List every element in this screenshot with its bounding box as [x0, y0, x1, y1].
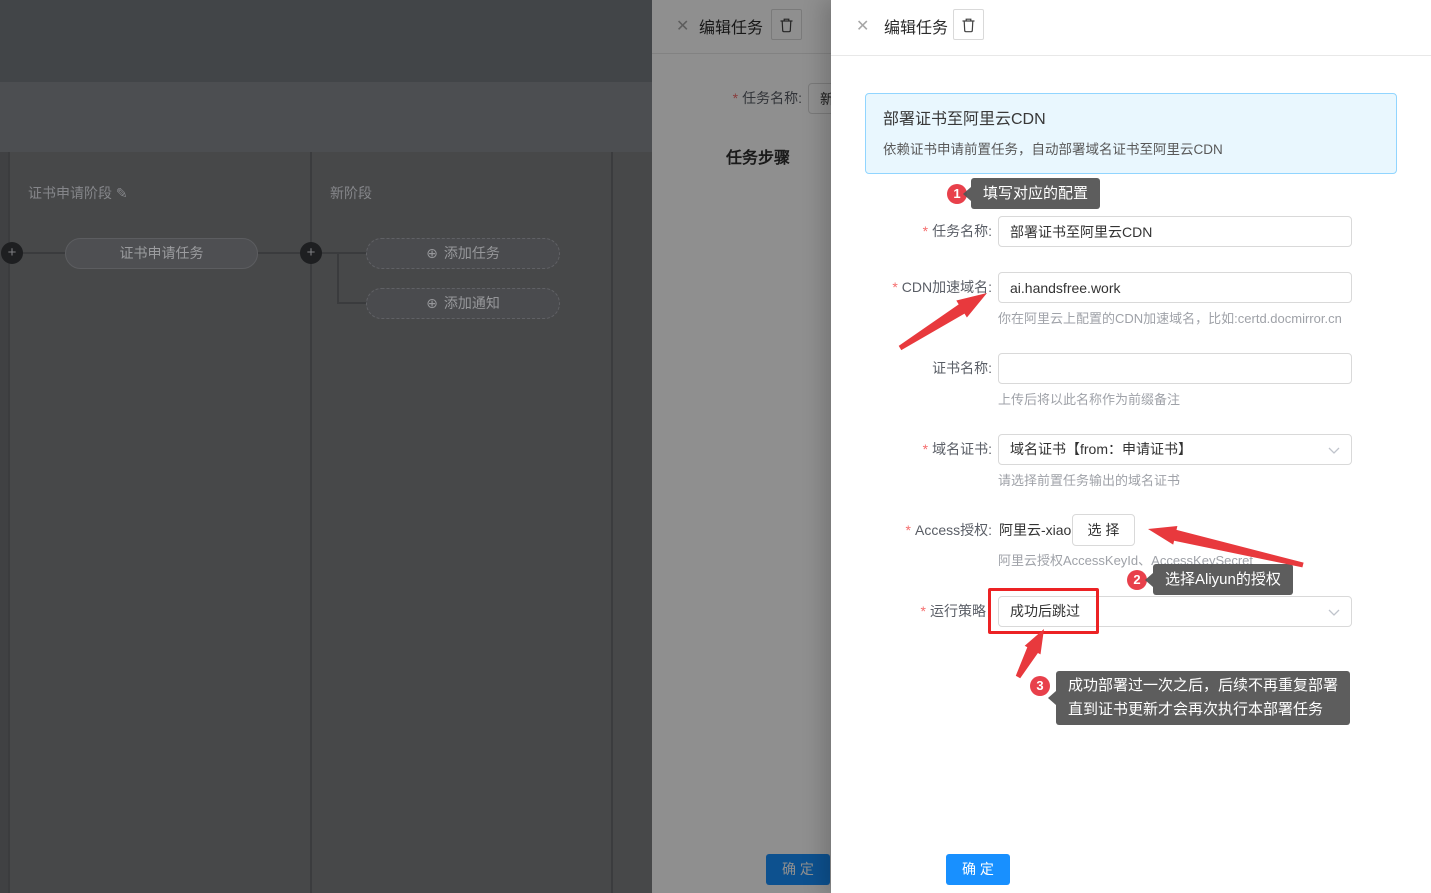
plus-icon: +: [307, 244, 316, 261]
cdn-domain-help: 你在阿里云上配置的CDN加速域名，比如:certd.docmirror.cn: [998, 308, 1342, 327]
drawer-title: 编辑任务: [884, 14, 948, 38]
access-auth-value: 阿里云-xiao: [999, 515, 1071, 546]
connector-line: [322, 252, 337, 254]
stage-title-new-stage: 新阶段: [330, 183, 372, 203]
cert-name-label: 证书名称:: [831, 353, 992, 384]
cdn-domain-input[interactable]: [998, 272, 1352, 303]
connector-line: [337, 302, 366, 304]
connector-line: [23, 252, 65, 254]
step-1-callout: 填写对应的配置: [971, 178, 1100, 209]
stage-divider: [611, 152, 613, 893]
connector-line: [258, 252, 300, 254]
cert-name-help: 上传后将以此名称作为前缀备注: [998, 389, 1180, 408]
edit-task-drawer: ✕ 编辑任务 部署证书至阿里云CDN 依赖证书申请前置任务，自动部署域名证书至阿…: [831, 0, 1431, 893]
plugin-info-alert: 部署证书至阿里云CDN 依赖证书申请前置任务，自动部署域名证书至阿里云CDN: [865, 93, 1397, 174]
header-divider: [831, 55, 1431, 56]
chevron-down-icon: [1328, 609, 1340, 616]
stage-title-cert-request: 证书申请阶段 ✎: [28, 183, 128, 203]
close-icon[interactable]: ✕: [856, 16, 869, 36]
confirm-button[interactable]: 确 定: [946, 854, 1010, 885]
certd-pipeline-edit-page: 证书申请阶段 ✎ 新阶段 + + 证书申请任务 ⊕添加任务 ⊕添加通知 ✕: [0, 0, 1431, 893]
step-3-badge: 3: [1030, 676, 1050, 696]
chevron-down-icon: [1328, 447, 1340, 454]
add-circle-icon: ⊕: [426, 295, 438, 311]
task-node-cert-request[interactable]: 证书申请任务: [65, 238, 258, 269]
run-strategy-label: 运行策略: [831, 596, 986, 627]
task-name-label: 任务名称:: [831, 216, 992, 247]
step-2-callout: 选择Aliyun的授权: [1153, 564, 1293, 595]
plugin-description: 依赖证书申请前置任务，自动部署域名证书至阿里云CDN: [883, 138, 1223, 158]
connector-line: [337, 252, 366, 254]
access-select-button[interactable]: 选 择: [1072, 514, 1135, 546]
step-2-badge: 2: [1127, 570, 1147, 590]
connector-line: [337, 252, 339, 304]
run-strategy-highlight-box: [988, 588, 1099, 634]
domain-cert-label: 域名证书:: [831, 434, 992, 465]
add-circle-icon: ⊕: [426, 245, 438, 261]
domain-cert-help: 请选择前置任务输出的域名证书: [998, 470, 1180, 489]
plugin-title: 部署证书至阿里云CDN: [883, 105, 1046, 129]
edit-pencil-icon[interactable]: ✎: [116, 185, 128, 201]
add-stage-button[interactable]: +: [300, 242, 322, 264]
cert-name-input[interactable]: [998, 353, 1352, 384]
access-auth-label: Access授权:: [831, 515, 992, 546]
add-task-button[interactable]: ⊕添加任务: [366, 238, 560, 269]
add-notify-button[interactable]: ⊕添加通知: [366, 288, 560, 319]
task-name-input[interactable]: [998, 216, 1352, 247]
cdn-domain-label: CDN加速域名:: [831, 272, 992, 303]
trash-icon: [961, 17, 976, 33]
plus-icon: +: [8, 244, 17, 261]
delete-task-button[interactable]: [953, 9, 984, 40]
domain-cert-select[interactable]: 域名证书【from：申请证书】: [998, 434, 1352, 465]
add-stage-button[interactable]: +: [1, 242, 23, 264]
step-3-callout: 成功部署过一次之后，后续不再重复部署 直到证书更新才会再次执行本部署任务: [1056, 671, 1350, 725]
